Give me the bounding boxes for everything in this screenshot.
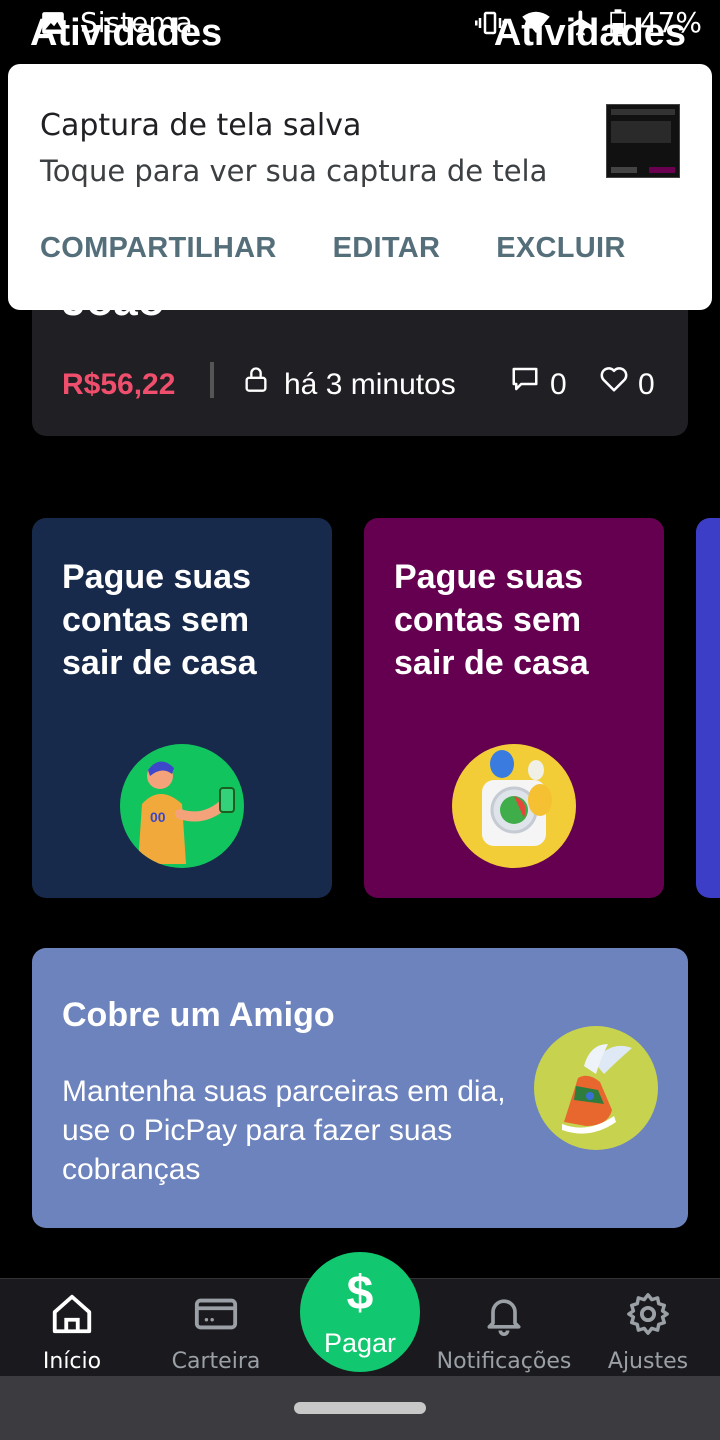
promo-card-bills-2[interactable]: Pague suas contas sem sair de casa <box>364 518 664 898</box>
nav-settings[interactable]: Ajustes <box>576 1279 720 1377</box>
pay-label: Pagar <box>323 1328 397 1358</box>
charge-description: Mantenha suas parceiras em dia, use o Pi… <box>62 1075 506 1186</box>
wallet-icon <box>194 1298 238 1330</box>
charge-title: Cobre um Amigo <box>62 996 335 1034</box>
winged-sneaker-illustration <box>534 1026 658 1150</box>
promo-title: Pague suas contas sem sair de casa <box>394 558 589 682</box>
heart-icon[interactable] <box>598 364 630 394</box>
notification-title: Captura de tela salva <box>40 108 362 143</box>
system-gesture-bar <box>0 1376 720 1440</box>
share-button[interactable]: COMPARTILHAR <box>40 232 277 265</box>
comment-count: 0 <box>550 368 567 401</box>
svg-text:00: 00 <box>150 809 166 825</box>
nav-home-label: Início <box>42 1349 102 1374</box>
charge-friend-card[interactable]: Cobre um Amigo Mantenha suas parceiras e… <box>32 948 688 1228</box>
nav-settings-label: Ajustes <box>607 1349 689 1374</box>
airplane-icon <box>568 10 593 35</box>
image-icon <box>42 11 64 34</box>
edit-button[interactable]: EDITAR <box>333 232 441 265</box>
home-gesture-handle[interactable] <box>294 1402 426 1414</box>
divider <box>210 362 214 398</box>
activity-price: R$56,22 <box>62 368 176 401</box>
battery-percent: 47% <box>639 6 702 39</box>
bell-icon <box>487 1299 521 1336</box>
comment-icon[interactable] <box>510 364 540 394</box>
nav-notifications[interactable]: Notificações <box>432 1279 576 1377</box>
nav-home[interactable]: Início <box>0 1279 144 1377</box>
promo-title: Pague suas contas sem sair de casa <box>62 558 257 682</box>
gear-icon <box>627 1293 669 1335</box>
washing-machine-illustration <box>452 744 576 868</box>
promo-card-partial[interactable] <box>696 518 720 898</box>
nav-wallet[interactable]: Carteira <box>144 1279 288 1377</box>
wifi-icon <box>522 11 550 33</box>
home-icon <box>52 1294 92 1334</box>
screenshot-notification[interactable]: Captura de tela salva Toque para ver sua… <box>8 64 712 310</box>
notification-text: Toque para ver sua captura de tela <box>40 154 548 188</box>
promo-card-bills[interactable]: Pague suas contas sem sair de casa 00 <box>32 518 332 898</box>
pay-button[interactable]: $ Pagar <box>300 1252 420 1372</box>
activity-time: há 3 minutos <box>284 368 456 401</box>
dollar-icon: $ <box>346 1267 374 1320</box>
lock-icon <box>245 367 267 392</box>
screenshot-thumbnail[interactable] <box>606 104 680 178</box>
like-count: 0 <box>638 368 655 401</box>
battery-icon <box>610 8 626 36</box>
nav-wallet-label: Carteira <box>171 1349 261 1374</box>
nav-notifications-label: Notificações <box>436 1349 572 1374</box>
delete-button[interactable]: EXCLUIR <box>496 232 625 265</box>
vibrate-icon <box>474 11 505 34</box>
status-bar-app-name: Sistema <box>80 6 193 39</box>
status-bar: Sistema 47% <box>0 0 720 50</box>
person-phone-illustration: 00 <box>120 744 244 868</box>
